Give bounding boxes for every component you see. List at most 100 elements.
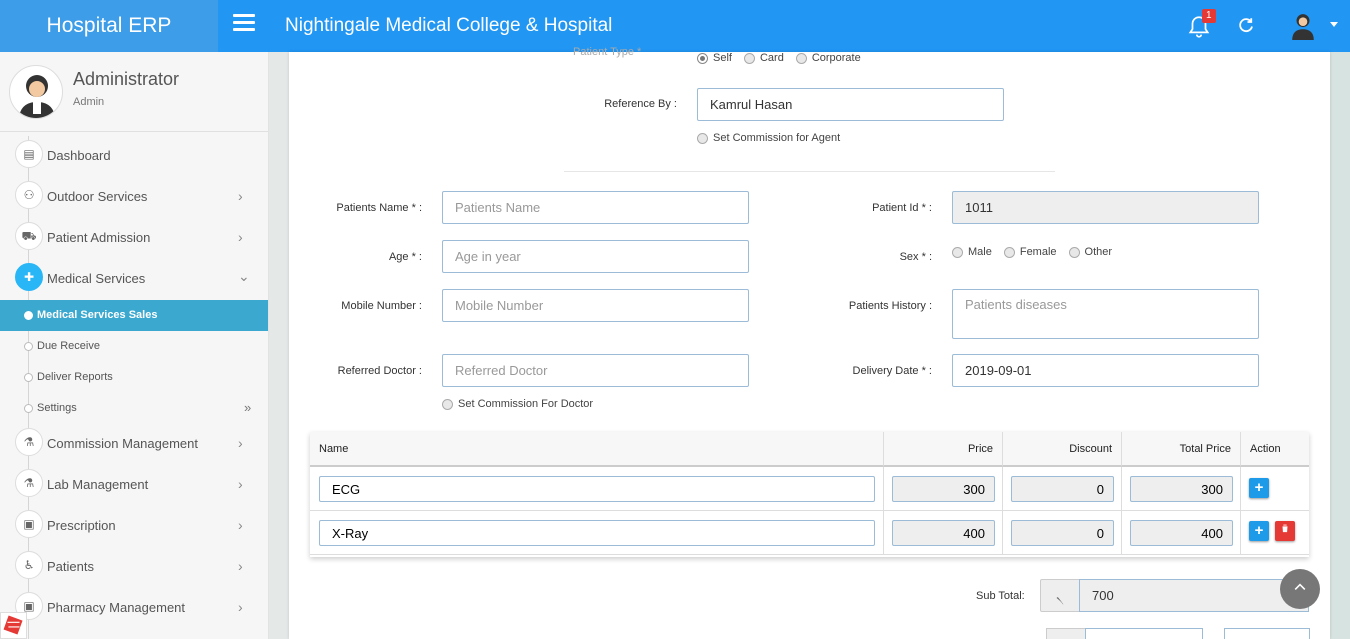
table-cell (1003, 467, 1122, 511)
total-price-input[interactable] (1130, 520, 1233, 546)
user-dropdown-caret-icon[interactable] (1330, 22, 1338, 27)
brand-logo-text[interactable]: Hospital ERP (0, 0, 218, 52)
sidebar-item-commission-management[interactable]: ⚗ Commission Management › (0, 423, 268, 464)
age-input[interactable] (442, 240, 749, 273)
referred-doctor-input[interactable] (442, 354, 749, 387)
radio-female[interactable]: Female (1003, 246, 1057, 258)
price-input[interactable] (892, 520, 995, 546)
sidebar-item-label: Outdoor Services (47, 189, 148, 204)
tree-node-dot (24, 404, 33, 413)
scroll-to-top-button[interactable] (1280, 569, 1320, 609)
table-row (310, 511, 884, 555)
radio-icon (795, 52, 807, 64)
patients-history-label: Patients History : (848, 300, 932, 312)
sidebar-profile: Administrator Admin (0, 52, 268, 132)
menu-toggle-icon[interactable] (233, 14, 255, 34)
submenu-item-deliver-reports[interactable]: Deliver Reports (0, 362, 268, 393)
refresh-icon[interactable] (1237, 16, 1255, 34)
sex-label: Sex * : (899, 251, 932, 263)
clipboard-icon: ▤ (15, 140, 43, 168)
service-name-input[interactable] (319, 520, 875, 546)
column-header-discount: Discount (1003, 432, 1122, 467)
patients-history-textarea[interactable] (952, 289, 1259, 339)
sidebar-item-label: Patients (47, 559, 94, 574)
radio-other[interactable]: Other (1068, 246, 1112, 258)
table-cell (1122, 511, 1241, 555)
submenu-item-label: Settings (37, 402, 77, 414)
radio-icon (1068, 246, 1080, 258)
notification-badge: 1 (1202, 9, 1216, 23)
sidebar-item-label: Patient Admission (47, 230, 151, 245)
chevron-right-icon: › (238, 229, 243, 245)
discount-input[interactable] (1011, 476, 1114, 502)
reference-by-input[interactable] (697, 88, 1004, 121)
sidebar-item-pharmacy-management[interactable]: ▣ Pharmacy Management › (0, 587, 268, 628)
tree-node-dot (24, 311, 33, 320)
sidebar-item-dashboard[interactable]: ▤ Dashboard (0, 135, 268, 176)
app-logo-icon (0, 612, 27, 639)
radio-corporate[interactable]: Corporate (795, 52, 861, 64)
referred-doctor-label: Referred Doctor : (337, 365, 422, 377)
patient-id-input[interactable] (952, 191, 1259, 224)
mobile-number-label: Mobile Number : (341, 300, 422, 312)
chevron-right-icon: › (238, 558, 243, 574)
input-addon (1046, 628, 1086, 639)
submenu-item-settings[interactable]: Settings » (0, 393, 268, 424)
avatar (9, 65, 63, 119)
subtotal-value[interactable]: 700 (1079, 579, 1309, 612)
sidebar-item-prescription[interactable]: ▣ Prescription › (0, 505, 268, 546)
agent-commission-toggle[interactable]: Set Commission for Agent (697, 132, 840, 144)
table-cell (1003, 511, 1122, 555)
sidebar-item-medical-services[interactable]: ✚ Medical Services ⌄ (0, 258, 268, 299)
delivery-date-input[interactable] (952, 354, 1259, 387)
submenu-item-label: Deliver Reports (37, 371, 113, 383)
patients-name-label: Patients Name * : (336, 202, 422, 214)
chevron-down-icon: ⌄ (238, 268, 250, 284)
wheelchair-icon: ♿ (15, 551, 43, 579)
total-price-input[interactable] (1130, 476, 1233, 502)
patients-name-input[interactable] (442, 191, 749, 224)
sex-radio-group: Male Female Other (952, 246, 1124, 258)
sidebar-item-label: Prescription (47, 518, 116, 533)
mobile-number-input[interactable] (442, 289, 749, 322)
patient-id-label: Patient Id * : (872, 202, 932, 214)
column-header-price: Price (884, 432, 1003, 467)
sidebar-item-patients[interactable]: ♿ Patients › (0, 546, 268, 587)
table-cell (884, 511, 1003, 555)
sidebar: Administrator Admin ▤ Dashboard ⚇ Outdoo… (0, 52, 269, 639)
add-row-button[interactable]: + (1249, 478, 1269, 498)
table-cell (884, 467, 1003, 511)
ambulance-icon: ⛟ (15, 222, 43, 250)
add-row-button[interactable]: + (1249, 521, 1269, 541)
sidebar-item-label: Medical Services (47, 271, 146, 286)
service-name-input[interactable] (319, 476, 875, 502)
delete-row-button[interactable] (1275, 521, 1295, 541)
flask-icon: ⚗ (15, 428, 43, 456)
radio-self[interactable]: Self (697, 52, 732, 64)
column-header-action: Action (1241, 432, 1309, 467)
background-image-strip (1330, 52, 1350, 639)
submenu-item-label: Medical Services Sales (37, 309, 158, 321)
submenu-item-medical-services-sales[interactable]: Medical Services Sales (0, 300, 268, 331)
discount-field[interactable] (1085, 628, 1203, 639)
sidebar-item-outdoor-services[interactable]: ⚇ Outdoor Services › (0, 176, 268, 217)
tree-node-dot (24, 342, 33, 351)
medical-kit-icon: ✚ (15, 263, 43, 291)
sidebar-item-lab-management[interactable]: ⚗ Lab Management › (0, 464, 268, 505)
submenu-item-due-receive[interactable]: Due Receive (0, 331, 268, 362)
discount-input[interactable] (1011, 520, 1114, 546)
double-chevron-right-icon: » (244, 400, 252, 415)
column-header-name: Name (310, 432, 884, 467)
user-avatar-icon[interactable] (1290, 12, 1316, 40)
radio-male[interactable]: Male (952, 246, 992, 258)
trash-icon (1281, 524, 1289, 533)
radio-icon (442, 398, 453, 410)
sidebar-item-patient-admission[interactable]: ⛟ Patient Admission › (0, 217, 268, 258)
amount-field[interactable] (1224, 628, 1310, 639)
radio-card[interactable]: Card (743, 52, 784, 64)
chevron-up-icon (1294, 583, 1306, 590)
chevron-right-icon: › (238, 599, 243, 615)
doctor-commission-toggle[interactable]: Set Commission For Doctor (442, 398, 593, 410)
price-input[interactable] (892, 476, 995, 502)
profile-role: Admin (73, 96, 105, 108)
